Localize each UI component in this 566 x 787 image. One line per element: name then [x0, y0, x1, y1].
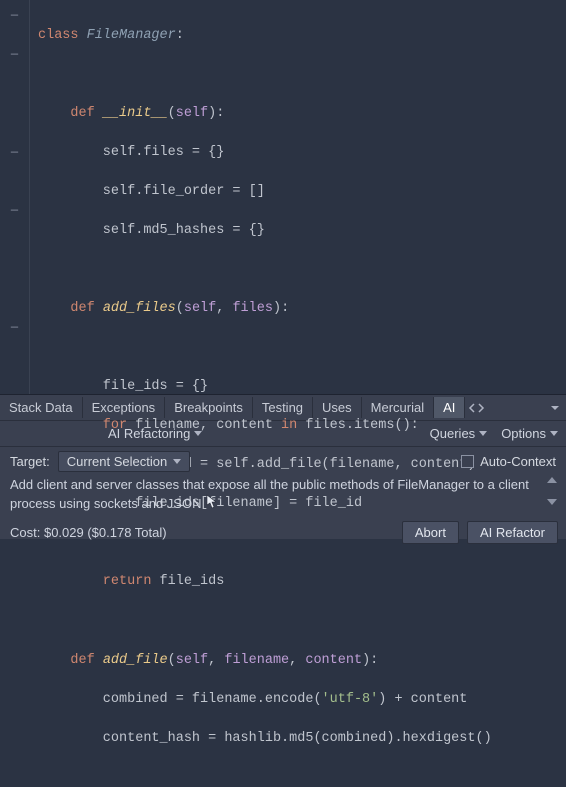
prompt-scrollbar[interactable]	[544, 477, 560, 505]
ai-refactoring-menu[interactable]: AI Refactoring	[108, 426, 202, 441]
prompt-text: Add client and server classes that expos…	[10, 477, 529, 511]
code-area[interactable]: class FileManager: def __init__(self): s…	[30, 0, 492, 394]
tab-exceptions[interactable]: Exceptions	[83, 397, 166, 418]
chevron-left-icon[interactable]	[468, 403, 476, 413]
options-menu[interactable]: Options	[501, 426, 558, 441]
prompt-row: Add client and server classes that expos…	[0, 475, 566, 517]
code-editor[interactable]: — — — — — class FileManager: def __init_…	[0, 0, 566, 394]
tab-uses[interactable]: Uses	[313, 397, 362, 418]
options-label: Options	[501, 426, 546, 441]
tab-breakpoints[interactable]: Breakpoints	[165, 397, 253, 418]
scroll-up-icon[interactable]	[547, 477, 557, 483]
target-label: Target:	[10, 454, 50, 469]
tab-scroll[interactable]	[465, 403, 488, 413]
caret-down-icon	[173, 459, 181, 464]
cursor-icon	[205, 494, 219, 515]
scroll-down-icon[interactable]	[547, 499, 557, 505]
fold-marker[interactable]: —	[11, 6, 18, 26]
chevron-right-icon[interactable]	[477, 403, 485, 413]
fold-marker[interactable]: —	[11, 143, 18, 163]
queries-label: Queries	[430, 426, 476, 441]
auto-context-label: Auto-Context	[480, 454, 556, 469]
gutter: — — — — —	[0, 0, 30, 394]
prompt-input[interactable]: Add client and server classes that expos…	[10, 477, 538, 515]
caret-down-icon	[479, 431, 487, 436]
panel-menu-button[interactable]	[544, 403, 566, 413]
ai-refactor-button[interactable]: AI Refactor	[467, 521, 558, 544]
caret-down-icon	[550, 431, 558, 436]
cost-display: Cost: $0.029 ($0.178 Total)	[10, 525, 167, 540]
checkbox-icon	[461, 455, 474, 468]
fold-marker[interactable]: —	[11, 201, 18, 221]
caret-down-icon	[550, 403, 560, 413]
queries-menu[interactable]: Queries	[430, 426, 488, 441]
target-value: Current Selection	[67, 454, 167, 469]
tab-testing[interactable]: Testing	[253, 397, 313, 418]
ai-refactoring-label: AI Refactoring	[108, 426, 190, 441]
auto-context-checkbox[interactable]: Auto-Context	[461, 454, 556, 469]
caret-down-icon	[194, 431, 202, 436]
tab-mercurial[interactable]: Mercurial	[362, 397, 434, 418]
tab-stack-data[interactable]: Stack Data	[0, 397, 83, 418]
fold-marker[interactable]: —	[11, 45, 18, 65]
abort-button[interactable]: Abort	[402, 521, 459, 544]
fold-marker[interactable]: —	[11, 318, 18, 338]
target-select[interactable]: Current Selection	[58, 451, 190, 472]
tab-ai[interactable]: AI	[434, 397, 465, 418]
